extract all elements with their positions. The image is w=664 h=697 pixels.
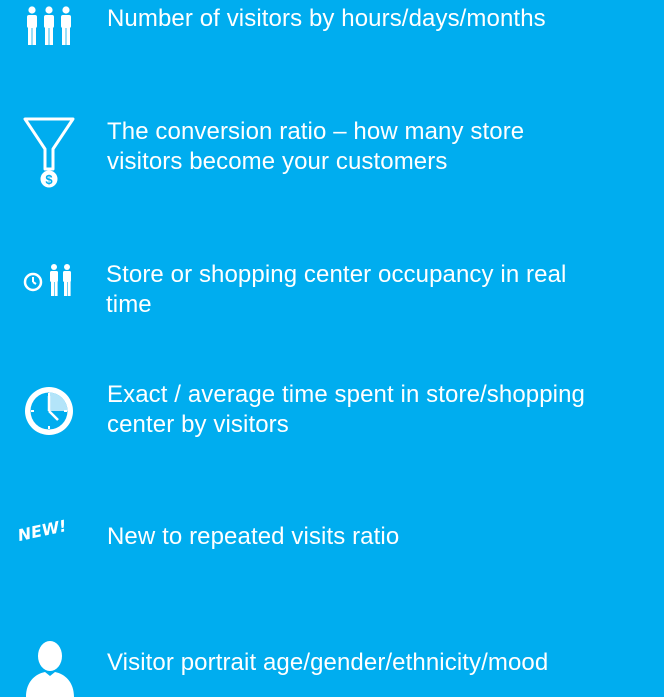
clock-icon [25, 387, 73, 435]
feature-text: Visitor portrait age/gender/ethnicity/mo… [107, 649, 549, 676]
feature-text: The conversion ratio – how many store vi… [107, 118, 525, 175]
feature-list-page: { "colors": { "background": "#00adef", "… [0, 0, 664, 697]
feature-text: Store or shopping center occupancy in re… [106, 261, 567, 318]
funnel-dollar-icon: $ [23, 117, 75, 188]
feature-text: New to repeated visits ratio [107, 523, 400, 550]
new-badge-icon: NEW! [16, 516, 69, 545]
clock-people-icon [23, 264, 71, 296]
three-people-icon [27, 6, 71, 45]
person-bust-icon [26, 641, 74, 697]
svg-text:$: $ [45, 172, 53, 187]
feature-text: Number of visitors by hours/days/months [107, 5, 546, 32]
feature-text: Exact / average time spent in store/shop… [107, 381, 586, 438]
